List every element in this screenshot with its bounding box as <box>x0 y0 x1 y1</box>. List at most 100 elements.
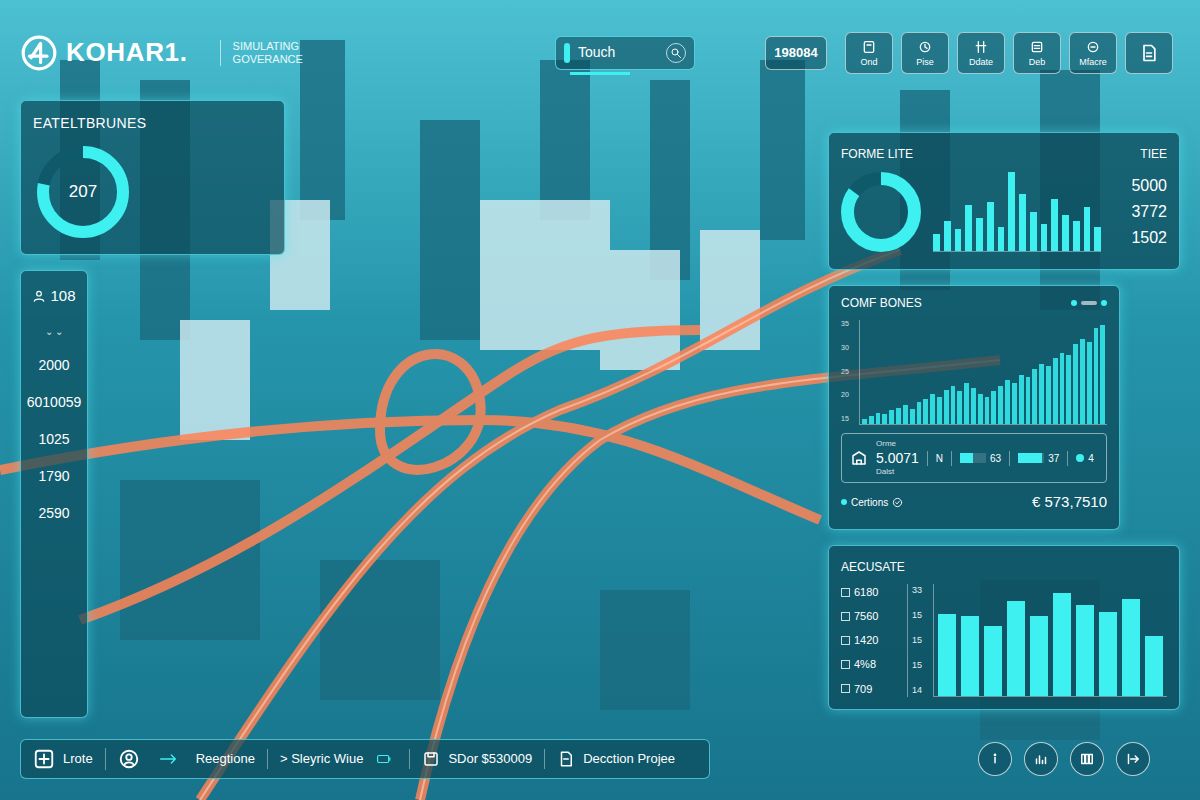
search-field[interactable]: Touch <box>555 36 695 70</box>
control-dot[interactable] <box>1071 300 1077 306</box>
stat-row: 1025 <box>38 429 69 450</box>
donut-chart <box>841 172 921 252</box>
bar <box>951 386 956 424</box>
row-value: 709 <box>854 681 872 698</box>
y-axis: 3530252015 <box>841 320 859 425</box>
battery-icon <box>371 752 397 766</box>
tool-icon <box>973 39 989 55</box>
stat-row: 108 <box>32 285 75 308</box>
value-row[interactable]: 1420 <box>841 632 899 649</box>
search-marker <box>564 43 570 63</box>
bar <box>903 405 908 424</box>
control-pill[interactable] <box>1081 301 1097 305</box>
bar <box>930 394 935 424</box>
bar <box>965 205 972 251</box>
tagline: SIMULATINGGOVERANCE <box>220 40 303 66</box>
bar <box>1019 194 1026 251</box>
bar <box>937 397 942 424</box>
checkbox[interactable] <box>841 660 850 669</box>
reading: 1502 <box>1113 229 1167 247</box>
table-cell: 4 <box>1067 451 1094 466</box>
control-dot[interactable] <box>1101 300 1107 306</box>
bar <box>961 616 979 696</box>
toolbar-button[interactable]: Mfacre <box>1069 32 1117 74</box>
disk-icon <box>422 750 440 768</box>
summary-panel: EATELTBRUNES207 <box>20 100 285 255</box>
toolbar-button[interactable]: Ond <box>845 32 893 74</box>
value-row[interactable]: 6180 <box>841 584 899 601</box>
toolbar-button[interactable]: Ddate <box>957 32 1005 74</box>
checkbox[interactable] <box>841 684 850 693</box>
toolbar-label: Ond <box>860 57 877 67</box>
bar <box>1026 377 1031 424</box>
stat-marker: ⌄ ⌄ <box>45 324 64 339</box>
value-block: Orme5.0071Dalst <box>876 438 919 478</box>
bottom-bar-label: > Sleyric Wiue <box>280 749 363 769</box>
cell-text: N <box>936 451 943 466</box>
row-tick: 14 <box>912 684 925 698</box>
reading: 3772 <box>1113 203 1167 221</box>
bar <box>1094 227 1101 251</box>
bottom-bar-item[interactable]: Lrote <box>33 748 93 770</box>
legend-label: Certions <box>851 495 888 510</box>
reading: 5000 <box>1113 177 1167 195</box>
bar <box>876 413 881 424</box>
bar <box>1053 358 1058 424</box>
bottom-icons <box>978 742 1150 776</box>
tool-icon <box>861 39 877 55</box>
toolbar-label: Mfacre <box>1079 57 1107 67</box>
legend-dot <box>841 499 847 505</box>
bar <box>1062 215 1069 251</box>
bottom-bar-label: SDor $530009 <box>448 749 532 769</box>
bar <box>964 383 969 424</box>
value-row[interactable]: 4%8 <box>841 656 899 673</box>
right-column: FORME LITETIEE500037721502 COMF BONES353… <box>828 100 1180 718</box>
cell-text: 63 <box>990 451 1001 466</box>
bottom-bar-item[interactable]: Reegtione <box>105 748 255 770</box>
bottom-bar-item[interactable]: > Sleyric Wiue <box>267 749 397 769</box>
bar <box>1039 364 1044 424</box>
value-row[interactable]: 7560 <box>841 608 899 625</box>
checkbox[interactable] <box>841 612 850 621</box>
toolbar-button[interactable]: Deb <box>1013 32 1061 74</box>
bottom-bar-item[interactable]: SDor $530009 <box>409 749 532 769</box>
bar <box>910 409 915 424</box>
panel-header: COMF BONES <box>841 294 1107 312</box>
comf-panel: COMF BONES3530252015Orme5.0071DalstN6337… <box>828 285 1120 530</box>
counter-box: 198084 <box>765 36 827 70</box>
bar-chart-icon[interactable] <box>1024 742 1058 776</box>
y-tick: 35 <box>841 320 855 328</box>
bottom-bar-item[interactable]: Decction Projee <box>544 749 675 769</box>
bar <box>955 229 962 251</box>
columns-icon[interactable] <box>1070 742 1104 776</box>
bar <box>985 397 990 424</box>
search-icon[interactable] <box>666 43 686 63</box>
stat-row: 2000 <box>38 355 69 376</box>
panel-footer: Certions€ 573,7510 <box>841 491 1107 514</box>
y-tick: 20 <box>841 391 855 399</box>
tool-icon <box>1085 39 1101 55</box>
left-column: EATELTBRUNES207 108⌄ ⌄200060100591025179… <box>20 100 285 718</box>
counter-value: 198084 <box>774 43 817 63</box>
info-icon[interactable] <box>978 742 1012 776</box>
bar <box>991 391 996 424</box>
arrow-icon <box>148 751 188 767</box>
bar <box>1099 612 1117 696</box>
checkbox[interactable] <box>841 588 850 597</box>
bottom-bar-label: Reegtione <box>196 749 255 769</box>
bar <box>987 202 994 251</box>
document-button[interactable] <box>1125 32 1173 74</box>
search-value[interactable]: Touch <box>578 42 658 63</box>
checkbox[interactable] <box>841 636 850 645</box>
tool-icon <box>1029 39 1045 55</box>
screen: KOHAR1.SIMULATINGGOVERANCE Touch 198084 Ond… <box>0 0 1200 800</box>
exit-icon[interactable] <box>1116 742 1150 776</box>
row-value: 1420 <box>854 632 878 649</box>
row-tick: 15 <box>912 609 925 623</box>
toolbar-button[interactable]: Pise <box>901 32 949 74</box>
logo[interactable]: KOHAR1.SIMULATINGGOVERANCE <box>20 33 540 72</box>
aecus-panel: AECUSATE6180756014204%87093315151514 <box>828 545 1180 710</box>
caption: Dalst <box>876 466 919 478</box>
footer-legend: Certions <box>841 495 903 510</box>
value-row[interactable]: 709 <box>841 681 899 698</box>
